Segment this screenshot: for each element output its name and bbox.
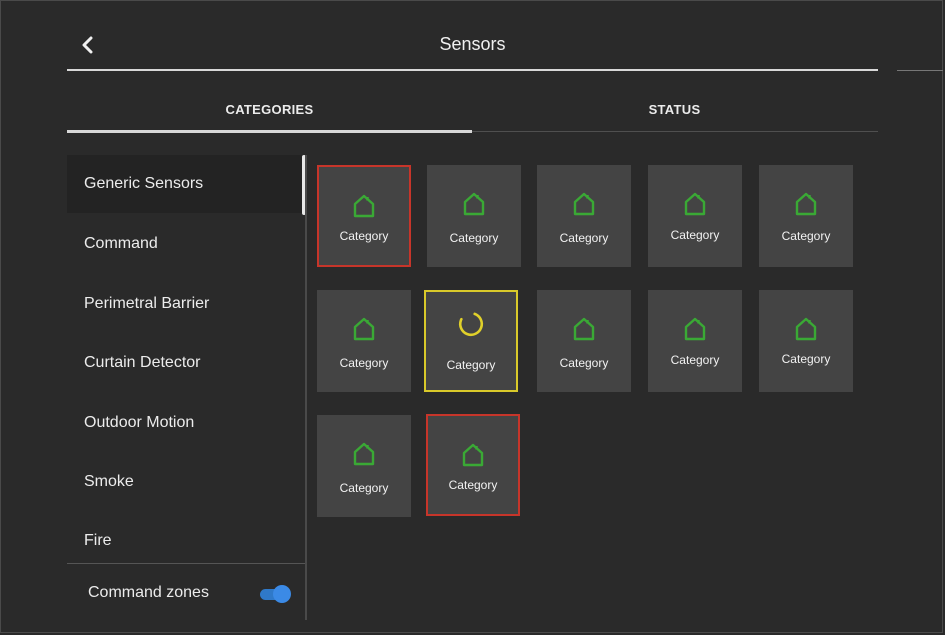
house-icon: [353, 317, 375, 341]
category-tile[interactable]: Category: [537, 165, 631, 267]
category-tile[interactable]: Category: [759, 165, 853, 267]
tab-categories[interactable]: CATEGORIES: [67, 86, 472, 132]
tab-divider: [472, 131, 878, 132]
house-icon: [795, 317, 817, 341]
category-tile[interactable]: Category: [759, 290, 853, 392]
sidebar-item-generic-sensors[interactable]: Generic Sensors: [67, 155, 305, 213]
category-tile-label: Category: [339, 356, 389, 370]
category-tile-label: Category: [559, 231, 609, 245]
house-icon: [462, 443, 484, 467]
category-tile[interactable]: Category: [648, 165, 742, 267]
sidebar-item-fire[interactable]: Fire: [67, 512, 305, 570]
sidebar-item-curtain-detector[interactable]: Curtain Detector: [67, 334, 305, 392]
sidebar-item-smoke[interactable]: Smoke: [67, 453, 305, 511]
page-title: Sensors: [439, 34, 506, 54]
header: Sensors: [67, 22, 878, 70]
house-icon: [353, 194, 375, 218]
active-tab-indicator: [67, 130, 472, 133]
sidebar-item-outdoor-motion[interactable]: Outdoor Motion: [67, 394, 305, 452]
category-tile-label: Category: [559, 356, 609, 370]
category-tile[interactable]: Category: [427, 165, 521, 267]
header-divider: [67, 69, 878, 71]
command-zones-row: Command zones: [67, 572, 305, 616]
category-tile[interactable]: Category: [648, 290, 742, 392]
tab-bar: CATEGORIES STATUS: [67, 86, 878, 132]
sidebar-footer-divider: [67, 563, 305, 564]
sidebar-divider: [305, 155, 307, 620]
category-tile-label: Category: [670, 228, 720, 242]
category-tile-label: Category: [446, 358, 496, 372]
category-tile-label: Category: [448, 478, 498, 492]
header-divider-extension: [897, 70, 943, 71]
category-tile-label: Category: [339, 229, 389, 243]
spinner-icon: [458, 311, 484, 337]
house-icon: [795, 192, 817, 216]
category-tile-loading[interactable]: Category: [424, 290, 518, 392]
house-icon: [573, 317, 595, 341]
category-tile[interactable]: Category: [537, 290, 631, 392]
category-tile-label: Category: [339, 481, 389, 495]
sidebar-item-command[interactable]: Command: [67, 215, 305, 273]
command-zones-toggle[interactable]: [260, 585, 291, 603]
category-tile[interactable]: Category: [317, 290, 411, 392]
category-tile[interactable]: Category: [317, 165, 411, 267]
house-icon: [353, 442, 375, 466]
category-tile-label: Category: [781, 229, 831, 243]
category-tile-label: Category: [670, 353, 720, 367]
category-tile-label: Category: [449, 231, 499, 245]
sidebar-item-perimetral-barrier[interactable]: Perimetral Barrier: [67, 275, 305, 333]
command-zones-label: Command zones: [88, 584, 209, 601]
category-sidebar: Generic Sensors Command Perimetral Barri…: [67, 155, 305, 563]
tab-status[interactable]: STATUS: [472, 86, 877, 132]
house-icon: [684, 317, 706, 341]
category-tile[interactable]: Category: [317, 415, 411, 517]
house-icon: [573, 192, 595, 216]
category-tile[interactable]: Category: [426, 414, 520, 516]
toggle-knob: [273, 585, 291, 603]
house-icon: [463, 192, 485, 216]
house-icon: [684, 192, 706, 216]
category-tile-label: Category: [781, 352, 831, 366]
